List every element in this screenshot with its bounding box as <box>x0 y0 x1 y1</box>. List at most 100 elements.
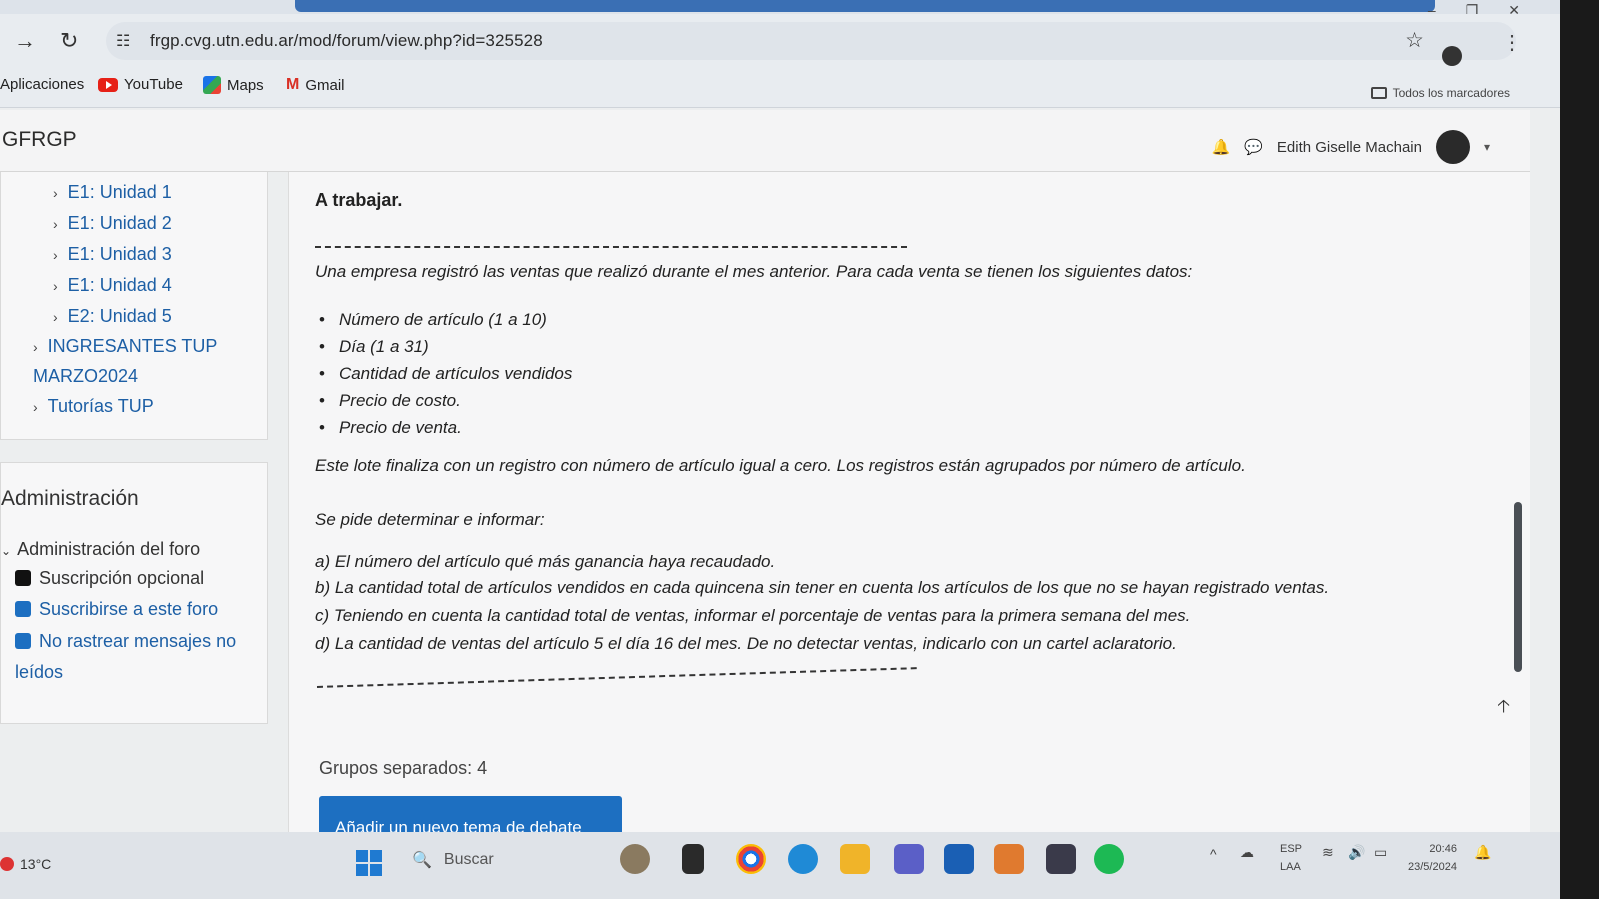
sidebar-item-unidad-1[interactable]: › E1: Unidad 1 <box>53 182 172 203</box>
menu-kebab-icon[interactable]: ⋮ <box>1502 30 1522 55</box>
bookmark-label: YouTube <box>124 76 183 93</box>
sidebar-item-unidad-5[interactable]: › E2: Unidad 5 <box>53 306 172 327</box>
sidebar-item-unidad-2[interactable]: › E1: Unidad 2 <box>53 213 172 234</box>
weather-widget[interactable]: 13°C <box>0 856 51 872</box>
site-brand[interactable]: GFRGP <box>2 128 77 152</box>
bookmark-youtube[interactable]: YouTube <box>98 76 183 93</box>
avatar[interactable] <box>1435 130 1470 164</box>
sidebar-item-label: E1: Unidad 2 <box>67 213 172 233</box>
chevron-right-icon: › <box>33 399 38 415</box>
file-explorer-icon[interactable] <box>840 844 870 874</box>
windows-start-icon[interactable] <box>356 850 382 876</box>
sidebar-item-label: E1: Unidad 4 <box>67 275 172 295</box>
sidebar-item-label: E1: Unidad 1 <box>67 182 172 202</box>
os-taskbar: 13°C 🔍 Buscar ^ ☁ ESP LAA ≋ 🔊 ▭ 20:46 23/5/… <box>0 832 1560 899</box>
tracking-icon <box>15 633 31 649</box>
chevron-right-icon: › <box>33 339 38 355</box>
subscribe-forum-link[interactable]: Suscribirse a este foro <box>15 594 265 625</box>
sidebar-item-label: Tutorías TUP <box>47 396 154 416</box>
folder-icon <box>1370 87 1387 99</box>
administration-block: Administración ⌄ Administración del foro … <box>0 462 268 724</box>
chevron-right-icon: › <box>53 216 58 232</box>
reload-icon[interactable]: ↻ <box>60 28 78 54</box>
intro-text: Una empresa registró las ventas que real… <box>315 262 1193 281</box>
taskbar-search[interactable]: 🔍 Buscar <box>412 850 494 870</box>
bookmark-label: Aplicaciones <box>0 76 85 93</box>
spotify-icon[interactable] <box>1094 844 1124 874</box>
user-name[interactable]: Edith Giselle Machain <box>1277 139 1422 156</box>
site-navbar: GFRGP 🔔 💬 Edith Giselle Machain ▾ <box>0 110 1530 172</box>
notifications-bell-icon[interactable]: 🔔 <box>1212 138 1231 156</box>
screen-bezel <box>1560 0 1599 899</box>
sidebar-item-marzo2024[interactable]: MARZO2024 <box>33 366 138 387</box>
store-icon[interactable] <box>944 844 974 874</box>
app-l-icon[interactable] <box>682 844 704 874</box>
forum-main-content: A trabajar. Una empresa registró las ven… <box>288 172 1530 899</box>
notification-badge-icon <box>0 857 14 871</box>
course-navigation: › E1: Unidad 1 › E1: Unidad 2 › E1: Unidad … <box>0 172 268 440</box>
admin-title: Administración <box>1 487 139 510</box>
tray-chevron-up-icon[interactable]: ^ <box>1210 846 1217 862</box>
profile-icon[interactable] <box>1442 46 1462 66</box>
notifications-icon[interactable]: 🔔 <box>1474 844 1491 861</box>
browser-toolbar: → ↻ ☷ frgp.cvg.utn.edu.ar/mod/forum/view… <box>0 14 1560 70</box>
sidebar-item-tutorias[interactable]: › Tutorías TUP <box>33 396 154 417</box>
sidebar-item-unidad-3[interactable]: › E1: Unidad 3 <box>53 244 172 265</box>
request-text: Se pide determinar e informar: <box>315 510 545 529</box>
dashed-divider <box>316 667 917 688</box>
bookmark-star-icon[interactable]: ☆ <box>1405 28 1424 53</box>
bookmark-apps[interactable]: Aplicaciones <box>0 76 84 93</box>
sidebar-item-unidad-4[interactable]: › E1: Unidad 4 <box>53 275 172 296</box>
bookmark-gmail[interactable]: M Gmail <box>286 76 345 94</box>
teams-icon[interactable] <box>894 844 924 874</box>
site-settings-icon[interactable]: ☷ <box>116 31 130 51</box>
chevron-down-icon[interactable]: ▾ <box>1484 140 1490 154</box>
bookmark-label: Maps <box>227 76 264 94</box>
all-bookmarks[interactable]: Todos los marcadores <box>1370 86 1510 100</box>
window-title-strip: – ❐ ✕ <box>0 0 1560 18</box>
subscribe-icon <box>15 601 31 617</box>
screen: – ❐ ✕ → ↻ ☷ frgp.cvg.utn.edu.ar/mod/foru… <box>0 0 1560 899</box>
chrome-icon[interactable] <box>736 844 766 874</box>
edge-icon[interactable] <box>788 844 818 874</box>
battery-icon[interactable]: ▭ <box>1374 844 1387 861</box>
app-orange-icon[interactable] <box>994 844 1024 874</box>
widget-icon[interactable] <box>620 844 650 874</box>
admin-item-label: Suscribirse a este foro <box>39 599 219 619</box>
no-tracking-link[interactable]: No rastrear mensajes no leídos <box>15 626 265 688</box>
dashed-divider <box>315 246 907 248</box>
optional-subscription-link[interactable]: Suscripción opcional <box>15 563 265 594</box>
volume-icon[interactable]: 🔊 <box>1348 844 1365 861</box>
user-menu[interactable]: 🔔 💬 Edith Giselle Machain ▾ <box>1212 130 1490 164</box>
sidebar-item-label: MARZO2024 <box>33 366 139 386</box>
task-b: b) La cantidad total de artículos vendid… <box>315 578 1330 597</box>
cloud-icon[interactable]: ☁ <box>1240 844 1254 861</box>
sidebar-item-ingresantes[interactable]: › INGRESANTES TUP <box>33 336 217 357</box>
admin-forum-section[interactable]: ⌄ Administración del foro <box>1 539 200 560</box>
temperature: 13°C <box>20 856 52 872</box>
app-d-icon[interactable] <box>1046 844 1076 874</box>
active-tab-accent <box>295 0 1435 12</box>
url-text[interactable]: frgp.cvg.utn.edu.ar/mod/forum/view.php?i… <box>150 31 543 51</box>
maps-icon <box>203 76 221 94</box>
messages-chat-icon[interactable]: 💬 <box>1244 138 1263 156</box>
post-heading: A trabajar. <box>315 190 403 210</box>
language-indicator[interactable]: ESP LAA <box>1280 840 1302 876</box>
subscription-icon <box>15 570 31 586</box>
clock-date: 23/5/2024 <box>1408 861 1457 873</box>
forward-icon[interactable]: → <box>14 28 36 54</box>
page-scrollbar[interactable] <box>1514 502 1522 672</box>
bookmark-maps[interactable]: Maps <box>203 76 264 94</box>
address-bar[interactable]: ☷ frgp.cvg.utn.edu.ar/mod/forum/view.php… <box>106 22 1516 60</box>
clock[interactable]: 20:46 23/5/2024 <box>1408 840 1457 876</box>
all-bookmarks-label: Todos los marcadores <box>1392 86 1510 100</box>
groups-label: Grupos separados: 4 <box>319 758 488 778</box>
lote-text: Este lote finaliza con un registro con n… <box>315 456 1246 475</box>
list-item: Día (1 a 31) <box>319 337 429 357</box>
bookmarks-bar: Aplicaciones YouTube Maps M Gmail Todos l… <box>0 70 1560 108</box>
gmail-icon: M <box>286 76 300 93</box>
arrow-up-icon[interactable]: 🡡 <box>1497 694 1510 724</box>
list-item: Precio de costo. <box>319 391 461 411</box>
list-item: Cantidad de artículos vendidos <box>319 364 572 384</box>
wifi-icon[interactable]: ≋ <box>1322 844 1334 861</box>
